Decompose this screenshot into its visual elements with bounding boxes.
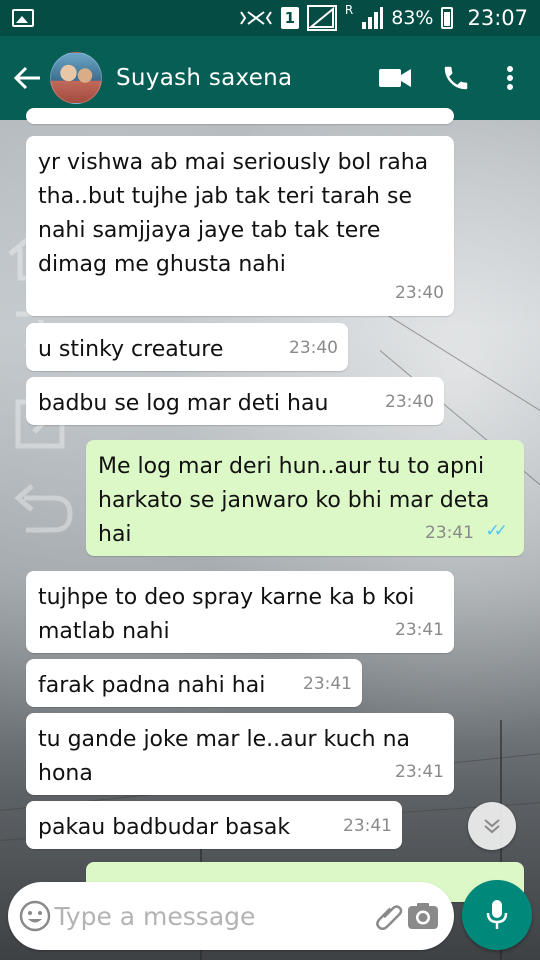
camera-icon (407, 903, 438, 929)
message-bubble-incoming[interactable]: farak padna nahi hai 23:41 (26, 659, 362, 707)
voice-call-button[interactable] (426, 48, 486, 108)
back-overlay-icon (14, 484, 73, 533)
voice-message-button[interactable] (462, 880, 532, 950)
gallery-notification-icon (12, 9, 34, 27)
double-chevron-down-icon (484, 819, 500, 834)
contact-name[interactable]: Suyash saxena (116, 65, 366, 91)
battery-percent: 83% (391, 7, 434, 29)
video-call-button[interactable] (366, 48, 426, 108)
read-receipt-icon: ✓✓ (485, 521, 508, 541)
message-text: pakau badbudar basak (38, 815, 291, 840)
message-bubble-incoming[interactable]: pakau badbudar basak 23:41 (26, 801, 402, 849)
back-arrow-icon (14, 66, 40, 90)
message-composer (8, 882, 454, 950)
more-vert-icon (507, 66, 513, 90)
message-bubble-incoming[interactable]: badbu se log mar deti hau 23:40 (26, 377, 444, 425)
microphone-icon (486, 900, 508, 929)
scroll-to-bottom-button[interactable] (468, 802, 516, 850)
message-time: 23:41 (303, 674, 352, 694)
battery-charging-icon (441, 7, 454, 29)
video-call-icon (379, 69, 411, 87)
paperclip-icon (375, 905, 402, 931)
message-text: yr vishwa ab mai seriously bol raha tha.… (38, 150, 429, 277)
signal-strength-icon (306, 5, 337, 31)
emoji-icon (19, 900, 51, 932)
message-time: 23:41 (395, 620, 444, 640)
message-bubble-incoming[interactable]: u stinky creature 23:40 (26, 323, 348, 371)
message-bubble-incoming[interactable]: tujhpe to deo spray karne ka b koi matla… (26, 571, 454, 653)
more-options-button[interactable] (486, 48, 534, 108)
roaming-indicator: R (344, 3, 354, 17)
message-input[interactable] (54, 901, 372, 931)
message-bubble-incoming[interactable]: tu gande joke mar le..aur kuch na hona 2… (26, 713, 454, 795)
camera-button[interactable] (406, 888, 440, 944)
message-text: badbu se log mar deti hau (38, 391, 329, 416)
message-text: tu gande joke mar le..aur kuch na hona (38, 727, 411, 786)
message-time: 23:40 (289, 338, 338, 358)
message-time: 23:41 (343, 816, 392, 836)
back-button[interactable] (6, 56, 50, 100)
message-time: 23:40 (385, 392, 434, 412)
message-time: 23:41 (395, 762, 444, 782)
vibrate-icon (240, 11, 272, 25)
emoji-button[interactable] (16, 888, 54, 944)
message-bubble-incoming[interactable]: yr vishwa ab mai seriously bol raha tha.… (26, 136, 454, 316)
sim-icon: 1 (280, 7, 299, 29)
phone-icon (444, 66, 468, 90)
attach-button[interactable] (371, 888, 405, 944)
contact-avatar[interactable] (50, 52, 102, 104)
message-text: tujhpe to deo spray karne ka b koi matla… (38, 585, 415, 644)
message-bubble-outgoing[interactable]: Me log mar deri hun..aur tu to apni hark… (86, 440, 524, 556)
message-time: 23:41 (425, 523, 474, 543)
status-time: 23:07 (467, 6, 528, 30)
message-bubble-partial[interactable] (26, 108, 454, 124)
message-time: 23:40 (395, 283, 444, 303)
network-signal-icon (362, 7, 384, 29)
status-bar: 1 R 83% 23:07 (0, 0, 540, 36)
